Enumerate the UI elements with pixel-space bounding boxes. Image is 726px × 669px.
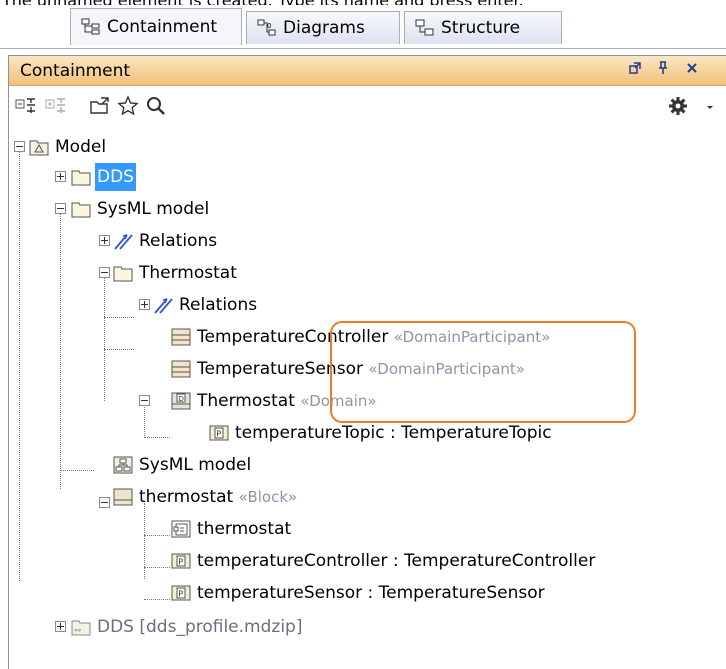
expand-all-icon[interactable] [45,95,67,117]
block-icon [171,328,191,346]
tree-connector [60,470,94,471]
tree-item-label: Model [55,137,107,157]
block-icon [113,488,133,506]
tree-item-label: Thermostat [139,263,237,283]
tree-connector [60,209,61,489]
profile-package-icon: «» [71,620,91,636]
collapse-toggle[interactable] [14,141,25,152]
expand-toggle[interactable] [55,621,66,632]
tree-item-label: DDS [95,163,136,191]
tab-label: Structure [441,18,521,38]
collapse-toggle[interactable] [55,203,66,214]
collapse-all-icon[interactable] [15,95,37,117]
svg-text:P: P [216,430,221,439]
tree-connector [104,271,105,401]
tree-connector [144,401,145,436]
tree-connector [19,147,20,581]
expand-toggle[interactable] [99,235,110,246]
part-property-icon: P [171,585,191,601]
tree-connector [104,349,134,350]
relations-icon [114,234,133,250]
tree-item-label: SysML model [139,455,252,475]
panel-title: Containment [20,61,131,81]
collapse-toggle[interactable] [139,395,150,406]
package-icon [71,170,91,186]
tree-connector [144,437,170,438]
search-icon[interactable] [145,95,167,117]
tree-item-label: temperatureTopic : TemperatureTopic [235,423,552,443]
tab-label: Diagrams [283,18,365,38]
collapse-toggle[interactable] [99,497,110,508]
tree-connector [144,567,170,568]
pin-icon[interactable] [654,61,672,79]
expand-toggle[interactable] [55,171,66,182]
tree-item-label: thermostat [197,519,292,539]
element-name: thermostat [139,487,234,507]
model-package-icon [29,140,49,156]
package-icon [71,202,91,218]
view-tabs: Containment 0 Diagrams Structure [0,5,726,49]
tab-divider [0,48,726,49]
block-icon [171,360,191,378]
highlight-annotation [330,321,636,423]
close-icon[interactable] [683,61,701,79]
gear-icon[interactable] [667,95,689,117]
stereotype-label: «Block» [238,488,298,506]
open-folder-icon[interactable] [89,95,111,117]
tree-item-label: DDS [dds_profile.mdzip] [97,617,303,637]
svg-text:P: P [178,590,183,599]
diagrams-icon: 0 [257,19,276,36]
float-icon[interactable] [626,61,644,79]
tab-diagrams[interactable]: 0 Diagrams [246,11,400,44]
tree-connector [144,599,170,600]
svg-text:«»: «» [74,627,82,634]
tree-item-label: temperatureSensor : TemperatureSensor [197,583,545,603]
panel-title-bar[interactable]: Containment [9,56,726,86]
diagram-icon [113,456,133,474]
svg-text:D: D [179,395,184,403]
part-property-icon: P [171,553,191,569]
tree-item-label: Relations [139,231,218,251]
element-name: Thermostat [197,391,295,411]
expand-toggle[interactable] [139,299,150,310]
tab-label: Containment [107,17,218,37]
tree-item-label: temperatureController : TemperatureContr… [197,551,596,571]
panel-toolbar [9,87,726,125]
tree-connector [104,317,134,318]
tree-item-label: Relations [179,295,258,315]
package-icon [113,266,133,282]
tree-item-label: thermostat «Block» [139,483,297,511]
svg-text:0: 0 [267,22,271,30]
containment-tree-icon [81,18,100,35]
tab-containment[interactable]: Containment [70,8,242,45]
ibd-diagram-icon [171,520,191,538]
tab-structure[interactable]: Structure [404,11,562,44]
chevron-down-icon[interactable] [704,95,716,117]
tree-item-label: SysML model [97,199,210,219]
svg-text:P: P [178,558,183,567]
favorites-star-icon[interactable] [117,95,139,117]
relations-icon [154,298,173,314]
domain-icon: D [171,392,191,410]
tree-connector [144,535,170,536]
collapse-toggle[interactable] [99,267,110,278]
structure-icon [415,19,434,36]
part-property-icon: P [209,425,229,441]
